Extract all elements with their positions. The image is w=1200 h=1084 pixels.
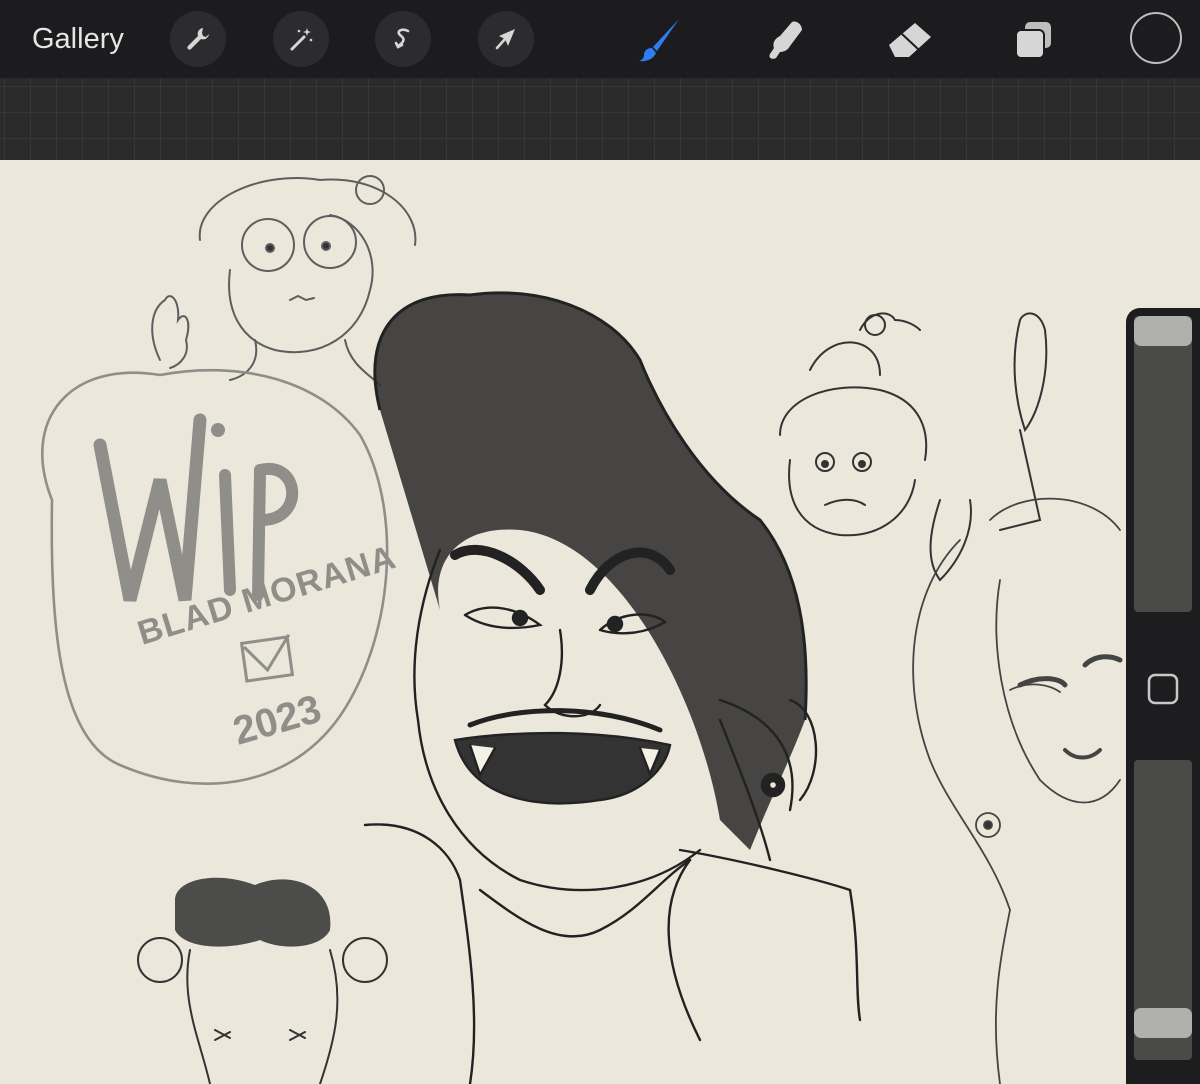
smudge-tool[interactable] xyxy=(760,14,812,66)
eraser-icon xyxy=(889,23,931,57)
watermark-year: 2023 xyxy=(228,687,326,754)
canvas-grid-background xyxy=(0,78,1200,160)
opacity-slider[interactable] xyxy=(1134,760,1192,1060)
sketch-artwork: BLAD MORANA 2023 xyxy=(41,175,1123,1084)
selection-icon xyxy=(394,28,410,49)
brush-sidebar xyxy=(1126,308,1200,1084)
brush-tool[interactable] xyxy=(634,14,686,66)
layers-button[interactable] xyxy=(1008,14,1060,66)
woman-character xyxy=(912,497,1123,1084)
selection-button[interactable] xyxy=(375,11,431,67)
top-toolbar: Gallery xyxy=(0,0,1200,78)
bottom-character xyxy=(137,877,388,1084)
main-character xyxy=(363,291,862,1084)
layers-icon xyxy=(1015,22,1051,59)
transform-button[interactable] xyxy=(478,11,534,67)
brush-icon xyxy=(639,19,679,62)
wrench-icon xyxy=(187,28,209,50)
brush-size-slider[interactable] xyxy=(1134,316,1192,612)
adjustments-button[interactable] xyxy=(273,11,329,67)
transform-arrow-icon xyxy=(495,29,515,50)
side-character xyxy=(779,312,1048,582)
opacity-thumb[interactable] xyxy=(1134,1008,1192,1038)
magic-wand-icon xyxy=(290,28,313,51)
modify-button[interactable] xyxy=(1146,672,1180,706)
brush-size-thumb[interactable] xyxy=(1134,316,1192,346)
gallery-button[interactable]: Gallery xyxy=(32,20,124,58)
actions-button[interactable] xyxy=(170,11,226,67)
envelope-icon xyxy=(239,633,295,683)
eraser-tool[interactable] xyxy=(884,14,936,66)
square-icon xyxy=(1147,673,1179,705)
drawing-canvas[interactable]: BLAD MORANA 2023 xyxy=(0,160,1200,1084)
smudge-icon xyxy=(769,21,802,59)
color-picker-button[interactable] xyxy=(1130,12,1182,64)
